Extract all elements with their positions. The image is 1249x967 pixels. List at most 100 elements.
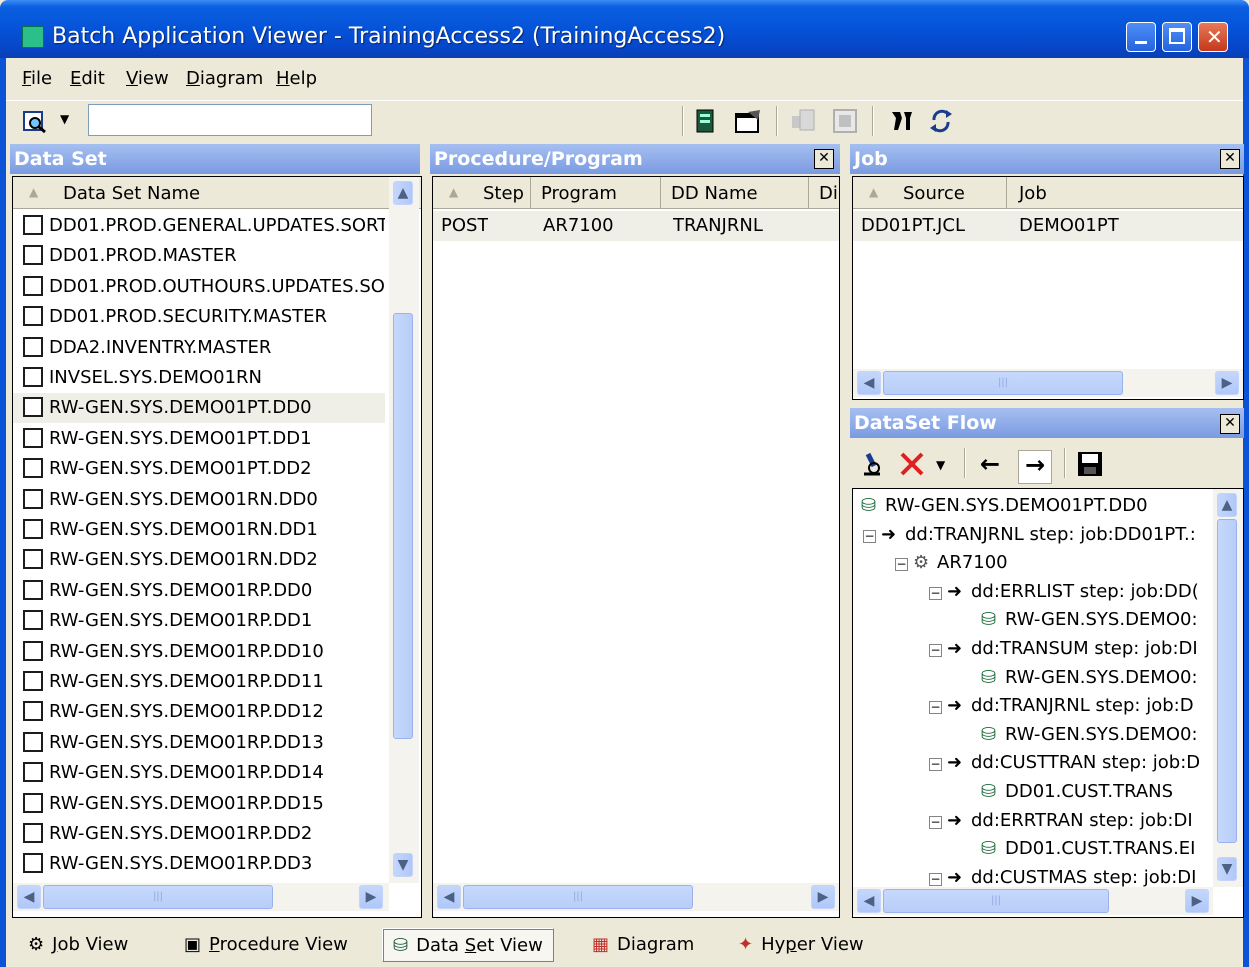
job-row[interactable]: DD01PT.JCL DEMO01PT <box>853 211 1243 241</box>
dataset-checkbox[interactable] <box>23 823 43 843</box>
expand-icon[interactable] <box>790 108 818 134</box>
dataset-checkbox[interactable] <box>23 427 43 448</box>
save-icon[interactable] <box>1076 450 1104 478</box>
dataset-checkbox[interactable] <box>23 671 43 691</box>
menu-file[interactable]: File <box>22 68 52 89</box>
tree-node-dataset[interactable]: ⛁ RW-GEN.SYS.DEMO01PT.DD0 <box>861 495 1148 516</box>
menu-diagram[interactable]: Diagram <box>186 68 263 89</box>
properties-icon[interactable] <box>734 108 764 134</box>
menu-help[interactable]: Help <box>276 68 317 89</box>
column-dataset-name[interactable]: ▲ Data Set Name <box>13 177 393 209</box>
column-dd-name[interactable]: DD Name <box>661 177 809 209</box>
scroll-thumb[interactable]: ||| <box>43 885 273 909</box>
dataset-checkbox[interactable] <box>23 731 43 752</box>
tree-collapse-toggle[interactable]: − <box>929 872 942 886</box>
tree-collapse-toggle[interactable]: − <box>863 529 876 543</box>
dataset-view-button[interactable]: ⛁ Data Set View <box>382 928 554 962</box>
flow-horizontal-scrollbar[interactable]: ◀ ||| ▶ <box>853 887 1213 915</box>
dataset-row[interactable]: RW-GEN.SYS.DEMO01RP.DD12 <box>13 697 385 727</box>
tree-collapse-toggle[interactable]: − <box>895 558 908 572</box>
tree-collapse-toggle[interactable]: − <box>929 815 942 829</box>
tree-node-dd[interactable]: ➜ dd:CUSTMAS step: job:DI <box>947 867 1196 888</box>
dataset-row[interactable]: RW-GEN.SYS.DEMO01PT.DD2 <box>13 454 385 484</box>
dataset-row[interactable]: RW-GEN.SYS.DEMO01RP.DD14 <box>13 758 385 788</box>
dropdown-arrow-icon[interactable]: ▼ <box>936 458 945 472</box>
job-view-button[interactable]: ⚙ Job View <box>18 928 138 962</box>
back-arrow-icon[interactable]: ← <box>980 450 1000 478</box>
dataset-checkbox[interactable] <box>23 519 43 539</box>
dataset-row[interactable]: RW-GEN.SYS.DEMO01RP.DD11 <box>13 667 385 697</box>
dataset-checkbox[interactable] <box>23 579 43 600</box>
column-step[interactable]: ▲ Step <box>433 177 531 209</box>
scroll-right-button[interactable]: ▶ <box>811 885 835 909</box>
search-input[interactable] <box>88 104 372 136</box>
refresh-icon[interactable] <box>928 108 956 134</box>
fit-icon[interactable] <box>832 108 858 134</box>
tree-node-dd[interactable]: ➜ dd:ERRTRAN step: job:DI <box>947 810 1193 831</box>
job-panel-close-button[interactable]: ✕ <box>1220 149 1240 169</box>
dataset-checkbox[interactable] <box>23 215 43 235</box>
tree-collapse-toggle[interactable]: − <box>929 644 942 657</box>
tree-collapse-toggle[interactable]: − <box>929 758 942 772</box>
dataset-row[interactable]: DD01.PROD.MASTER <box>13 241 385 271</box>
dataset-checkbox[interactable] <box>23 306 43 327</box>
tree-node-dd[interactable]: ➜ dd:TRANJRNL step: job:DD01PT.: <box>881 524 1196 545</box>
dataset-horizontal-scrollbar[interactable]: ◀ ||| ▶ <box>13 883 389 911</box>
procedure-panel-close-button[interactable]: ✕ <box>814 149 834 169</box>
scroll-left-button[interactable]: ◀ <box>437 885 461 909</box>
tree-node-dataset[interactable]: ⛁ DD01.CUST.TRANS <box>981 781 1173 802</box>
dataset-checkbox[interactable] <box>23 397 43 418</box>
dataset-checkbox[interactable] <box>23 549 43 570</box>
dataset-row[interactable]: RW-GEN.SYS.DEMO01RP.DD13 <box>13 728 385 758</box>
dataset-row[interactable]: RW-GEN.SYS.DEMO01RN.DD0 <box>13 485 385 515</box>
maximize-button[interactable] <box>1162 22 1192 52</box>
tree-node-dataset[interactable]: ⛁ RW-GEN.SYS.DEMO0: <box>981 667 1198 688</box>
scroll-left-button[interactable]: ◀ <box>17 885 41 909</box>
tree-node-dataset[interactable]: ⛁ RW-GEN.SYS.DEMO0: <box>981 609 1198 630</box>
tree-node-dd[interactable]: ➜ dd:ERRLIST step: job:DD( <box>947 581 1199 602</box>
flow-panel-close-button[interactable]: ✕ <box>1220 414 1240 434</box>
dataset-checkbox[interactable] <box>23 336 43 357</box>
scroll-left-button[interactable]: ◀ <box>857 371 881 395</box>
tree-node-program[interactable]: ⚙ AR7100 <box>913 552 1008 573</box>
tree-collapse-toggle[interactable]: − <box>929 701 942 715</box>
dataset-checkbox[interactable] <box>23 458 43 479</box>
dataset-checkbox[interactable] <box>23 610 43 631</box>
dataset-row[interactable]: DDA2.INVENTRY.MASTER <box>13 333 385 363</box>
dataset-row[interactable]: RW-GEN.SYS.DEMO01RP.DD2 <box>13 819 385 849</box>
scroll-up-button[interactable]: ▲ <box>393 181 413 205</box>
diagram-view-button[interactable]: ▦ Diagram <box>582 928 704 962</box>
flow-vertical-scrollbar[interactable]: ▲ ▼ <box>1213 489 1243 887</box>
dataset-checkbox[interactable] <box>23 488 43 509</box>
dataset-row[interactable]: RW-GEN.SYS.DEMO01RP.DD3 <box>13 849 385 879</box>
tree-node-dd[interactable]: ➜ dd:TRANJRNL step: job:D <box>947 695 1194 716</box>
dataset-checkbox[interactable] <box>23 367 43 387</box>
scroll-thumb[interactable] <box>1217 519 1237 843</box>
dataset-checkbox[interactable] <box>23 853 43 874</box>
dataset-row[interactable]: RW-GEN.SYS.DEMO01PT.DD1 <box>13 424 385 454</box>
book-icon[interactable] <box>694 108 718 134</box>
menu-edit[interactable]: Edit <box>70 68 105 89</box>
column-di[interactable]: Di <box>809 177 839 209</box>
dropdown-arrow-icon[interactable]: ▼ <box>60 112 69 126</box>
job-horizontal-scrollbar[interactable]: ◀ ||| ▶ <box>853 369 1243 397</box>
tree-node-dataset[interactable]: ⛁ RW-GEN.SYS.DEMO0: <box>981 724 1198 745</box>
dataset-checkbox[interactable] <box>23 245 43 266</box>
tree-node-dd[interactable]: ➜ dd:TRANSUM step: job:DI <box>947 638 1198 659</box>
tree-collapse-toggle[interactable]: − <box>929 586 942 600</box>
scroll-right-button[interactable]: ▶ <box>1185 889 1209 913</box>
forward-arrow-icon[interactable]: → <box>1018 450 1052 484</box>
dataset-row[interactable]: RW-GEN.SYS.DEMO01PT.DD0 <box>13 393 385 424</box>
dataset-row[interactable]: DD01.PROD.GENERAL.UPDATES.SORT <box>13 211 385 241</box>
scroll-thumb[interactable] <box>393 313 413 739</box>
tools-icon[interactable] <box>888 108 916 134</box>
tree-node-dd[interactable]: ➜ dd:CUSTTRAN step: job:D <box>947 752 1200 773</box>
dataset-checkbox[interactable] <box>23 792 43 813</box>
procedure-horizontal-scrollbar[interactable]: ◀ ||| ▶ <box>433 883 839 911</box>
hyper-view-button[interactable]: ✦ Hyper View <box>728 928 874 962</box>
dataset-row[interactable]: RW-GEN.SYS.DEMO01RN.DD1 <box>13 515 385 545</box>
menu-view[interactable]: View <box>126 68 169 89</box>
dataset-row[interactable]: RW-GEN.SYS.DEMO01RP.DD15 <box>13 789 385 819</box>
column-source[interactable]: ▲ Source <box>853 177 1007 209</box>
column-program[interactable]: Program <box>531 177 661 209</box>
